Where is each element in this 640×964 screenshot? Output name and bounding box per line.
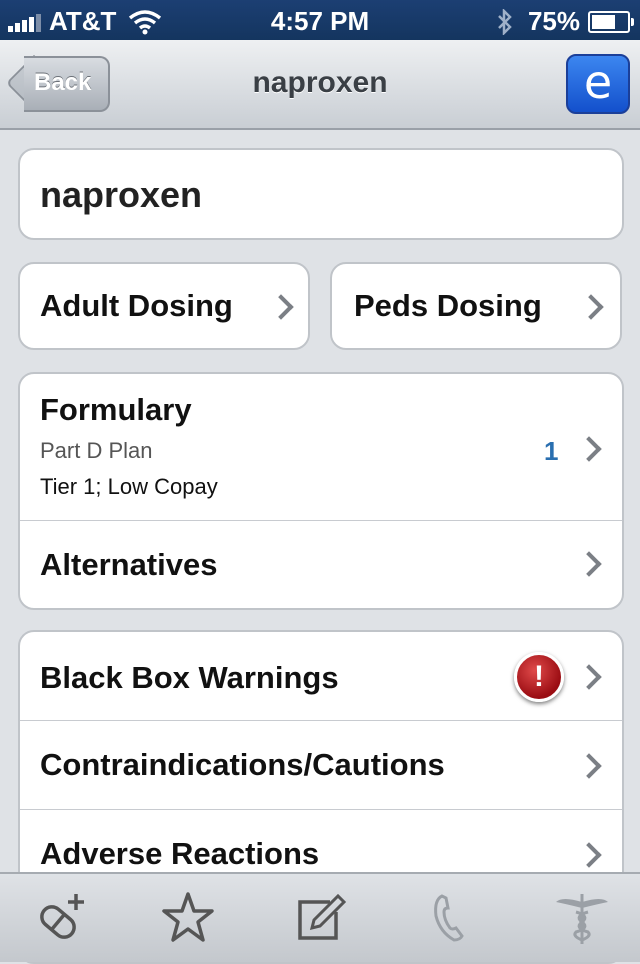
tab-favorites[interactable]: [158, 888, 218, 948]
tab-notes[interactable]: [290, 888, 350, 948]
navigation-bar: Back naproxen e: [0, 40, 640, 130]
status-right: 75%: [496, 6, 634, 37]
drug-name: naproxen: [40, 174, 203, 215]
alert-icon: !: [514, 652, 564, 702]
formulary-group: Formulary Part D Plan Tier 1; Low Copay …: [18, 372, 624, 610]
chevron-right-icon: [268, 294, 294, 320]
alternatives-label: Alternatives: [40, 547, 218, 582]
chevron-right-icon: [576, 664, 602, 690]
tab-medical[interactable]: [552, 888, 612, 948]
chevron-right-icon: [576, 753, 602, 779]
battery-icon: [588, 10, 634, 33]
tab-pill-add[interactable]: [30, 888, 90, 948]
formulary-plan: Part D Plan: [40, 438, 153, 463]
black-box-warnings-row[interactable]: Black Box Warnings !: [20, 632, 622, 720]
black-box-warnings-label: Black Box Warnings: [40, 660, 339, 695]
edit-icon: [298, 893, 347, 940]
formulary-row[interactable]: Formulary Part D Plan Tier 1; Low Copay …: [20, 374, 622, 520]
peds-dosing-label: Peds Dosing: [354, 288, 542, 323]
phone-icon: [434, 894, 464, 942]
tab-bar: [0, 872, 640, 962]
chevron-right-icon: [576, 436, 602, 462]
status-bar: AT&T 4:57 PM 75%: [0, 0, 640, 40]
tab-contacts[interactable]: [420, 888, 480, 948]
adverse-reactions-label: Adverse Reactions: [40, 836, 320, 871]
pill-add-icon: [40, 894, 84, 939]
caduceus-icon: [556, 894, 608, 944]
star-icon: [162, 892, 214, 942]
battery-percent: 75%: [527, 6, 580, 36]
adult-dosing-label: Adult Dosing: [40, 288, 233, 323]
chevron-right-icon: [576, 842, 602, 868]
formulary-count: 1: [544, 436, 559, 466]
peds-dosing-button[interactable]: Peds Dosing: [330, 262, 622, 350]
chevron-right-icon: [578, 294, 604, 320]
alternatives-row[interactable]: Alternatives: [20, 521, 622, 608]
contraindications-label: Contraindications/Cautions: [40, 747, 445, 782]
chevron-right-icon: [576, 551, 602, 577]
adult-dosing-button[interactable]: Adult Dosing: [18, 262, 310, 350]
contraindications-row[interactable]: Contraindications/Cautions: [20, 721, 622, 809]
formulary-tier: Tier 1; Low Copay: [40, 474, 218, 499]
formulary-title: Formulary: [40, 392, 192, 427]
bluetooth-icon: [498, 8, 512, 35]
epocrates-button[interactable]: e: [566, 54, 630, 114]
page-title: naproxen: [252, 66, 388, 99]
drug-name-card: naproxen: [18, 148, 624, 240]
